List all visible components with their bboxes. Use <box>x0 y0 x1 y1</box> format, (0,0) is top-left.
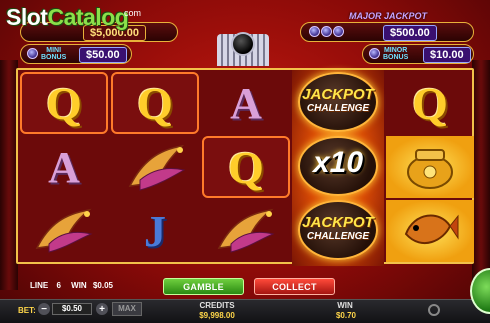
credits-label: CREDITS <box>199 301 235 310</box>
reel-cell <box>386 136 474 198</box>
gamble-button[interactable]: GAMBLE <box>163 278 244 295</box>
koi-fish-icon <box>404 214 459 245</box>
win-label: WIN <box>337 301 353 310</box>
logo-text-slot: Slot <box>6 4 48 30</box>
treasure-urn-icon <box>407 149 453 189</box>
coin-icon <box>27 48 38 59</box>
bet-increase-button[interactable]: + <box>96 303 108 315</box>
major-jackpot-label: MAJOR JACKPOT <box>349 11 428 21</box>
coin-icon <box>369 48 380 59</box>
line-number: 6 <box>56 281 61 290</box>
reel-cell <box>20 200 108 262</box>
minor-sub-label: BONUS <box>383 54 409 61</box>
right-pillar <box>472 60 490 290</box>
queen-symbol: Q <box>228 141 264 193</box>
crane-symbol-icon <box>128 144 186 191</box>
line-win-value: $0.05 <box>92 281 113 290</box>
reel-cell: Q <box>111 72 199 134</box>
jackpot-reel: JACKPOT CHALLENGE x10 JACKPOT CHALLENGE <box>292 70 384 266</box>
bet-decrease-button[interactable]: − <box>38 303 50 315</box>
reel-cell: Q <box>386 72 474 134</box>
win-value: $0.70 <box>335 311 357 320</box>
max-bet-button[interactable]: MAX <box>112 302 142 316</box>
credits-value: $9,998.00 <box>199 311 235 320</box>
line-win-label: WIN <box>71 281 87 290</box>
major-jackpot-value: $500.00 <box>383 25 437 41</box>
game-screen: $5,000.00 MINI BONUS $50.00 SlotCatalog … <box>0 0 490 323</box>
collect-button[interactable]: COLLECT <box>254 278 335 295</box>
reel-cell: A <box>20 136 108 198</box>
coin-icon <box>333 26 344 37</box>
ace-symbol: A <box>48 142 80 192</box>
crane-symbol-icon <box>217 208 275 253</box>
ace-symbol: A <box>230 78 262 128</box>
queen-symbol: Q <box>137 77 173 129</box>
jackpot-challenge-symbol: JACKPOT CHALLENGE <box>302 86 374 114</box>
major-jackpot-panel: MAJOR JACKPOT $500.00 <box>300 11 474 42</box>
jack-symbol: J <box>144 206 166 256</box>
mini-bonus-value: $50.00 <box>79 47 127 63</box>
queen-symbol: Q <box>412 77 448 129</box>
logo-text-catalog: Catalog <box>47 4 129 30</box>
reel-cell: A <box>202 72 290 134</box>
coin-icon <box>321 26 332 37</box>
logo-suffix: com <box>124 8 142 18</box>
reel-cell <box>111 136 199 198</box>
coin-icon <box>309 26 320 37</box>
bet-value: $0.50 <box>52 303 92 315</box>
reel-grid: Q A Q J A Q JACKPOT CHALLENGE x10 JACKPO… <box>16 68 474 266</box>
site-logo: SlotCatalog <box>6 4 129 31</box>
mini-sub-label: BONUS <box>41 54 67 61</box>
black-orb-icon <box>231 32 255 56</box>
bet-label: BET: <box>18 306 36 315</box>
gate-emblem <box>217 30 269 70</box>
reel-cell: Q <box>20 72 108 134</box>
reel-cell <box>202 200 290 262</box>
mini-bonus-panel: MINI BONUS $50.00 <box>20 44 132 64</box>
line-win-info: LINE 6 WIN $0.05 <box>30 281 113 290</box>
multiplier-symbol: x10 <box>312 146 364 179</box>
settings-icon[interactable] <box>428 304 440 316</box>
mini-label: MINI <box>46 47 62 54</box>
line-label: LINE <box>30 281 49 290</box>
queen-symbol: Q <box>46 77 82 129</box>
minor-bonus-value: $10.00 <box>423 47 471 63</box>
crane-symbol-icon <box>35 208 93 253</box>
reel-cell: J <box>111 200 199 262</box>
reel-cell <box>386 200 474 262</box>
reel-cell: Q <box>202 136 290 198</box>
minor-label: MINOR <box>383 47 408 54</box>
minor-bonus-panel: MINOR BONUS $10.00 <box>362 44 474 64</box>
jackpot-challenge-symbol: JACKPOT CHALLENGE <box>302 214 374 242</box>
